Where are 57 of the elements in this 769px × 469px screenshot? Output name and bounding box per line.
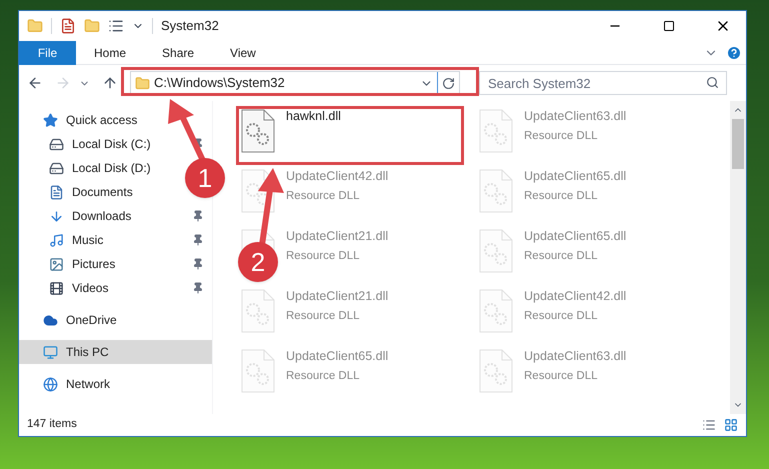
nav-item[interactable]: Music xyxy=(49,228,104,252)
search-field[interactable]: Search System32 xyxy=(479,71,727,95)
drive-icon xyxy=(49,160,64,176)
download-arrow-icon xyxy=(49,208,64,224)
status-item-count: 147 items xyxy=(27,417,77,432)
gear-file-icon xyxy=(478,288,514,334)
maximize-icon xyxy=(663,20,675,32)
file-name[interactable]: hawknl.dll xyxy=(286,108,341,124)
gear-file-icon xyxy=(240,108,276,154)
address-path: C:\Windows\System32 xyxy=(154,74,285,92)
ribbon-tab[interactable]: View xyxy=(212,40,274,64)
gear-file-icon xyxy=(478,168,514,214)
document-icon xyxy=(49,184,64,200)
file-type: Resource DLL xyxy=(524,309,599,324)
file-type: Resource DLL xyxy=(286,369,361,384)
nav-item[interactable]: Local Disk (C:) xyxy=(49,132,151,156)
refresh-icon[interactable] xyxy=(442,76,455,90)
drive-icon xyxy=(49,136,64,152)
large-icons-view-icon[interactable] xyxy=(724,418,738,432)
folder-icon xyxy=(135,76,150,90)
ribbon-tab[interactable]: Home xyxy=(76,40,144,64)
picture-icon xyxy=(49,256,64,272)
ribbon-tab[interactable]: Share xyxy=(144,40,212,64)
nav-item[interactable]: Downloads xyxy=(49,204,132,228)
window-title: System32 xyxy=(161,17,219,36)
search-icon xyxy=(706,76,719,89)
details-view-icon[interactable] xyxy=(702,418,716,432)
nav-item[interactable]: OneDrive xyxy=(43,308,117,332)
film-icon xyxy=(49,280,64,296)
nav-item[interactable]: Quick access xyxy=(43,108,138,132)
file-type: Resource DLL xyxy=(286,249,361,264)
nav-item[interactable]: Network xyxy=(43,372,110,396)
file-type: Resource DLL xyxy=(524,249,599,264)
scrollbar-thumb[interactable] xyxy=(732,119,744,169)
help-icon[interactable] xyxy=(726,44,742,60)
star-icon xyxy=(43,112,58,128)
gear-file-icon xyxy=(478,228,514,274)
ribbon-tab[interactable]: File xyxy=(19,40,76,64)
nav-item[interactable]: Documents xyxy=(49,180,133,204)
gear-file-icon xyxy=(478,108,514,154)
monitor-icon xyxy=(43,344,58,360)
file-type: Resource DLL xyxy=(524,129,599,144)
network-icon xyxy=(43,376,58,392)
nav-item[interactable]: Local Disk (D:) xyxy=(49,156,151,180)
cloud-icon xyxy=(43,312,58,328)
scrollbar[interactable] xyxy=(730,101,746,414)
file-type: Resource DLL xyxy=(524,369,599,384)
nav-item[interactable]: Pictures xyxy=(49,252,116,276)
address-bar[interactable]: C:\Windows\System32 xyxy=(130,71,460,95)
file-type: Resource DLL xyxy=(524,189,599,204)
gear-file-icon xyxy=(240,348,276,394)
file-type: Resource DLL xyxy=(286,189,361,204)
nav-item[interactable]: Videos xyxy=(49,276,108,300)
music-note-icon xyxy=(49,232,64,248)
gear-file-icon xyxy=(240,288,276,334)
file-type: Resource DLL xyxy=(286,309,361,324)
gear-file-icon xyxy=(478,348,514,394)
